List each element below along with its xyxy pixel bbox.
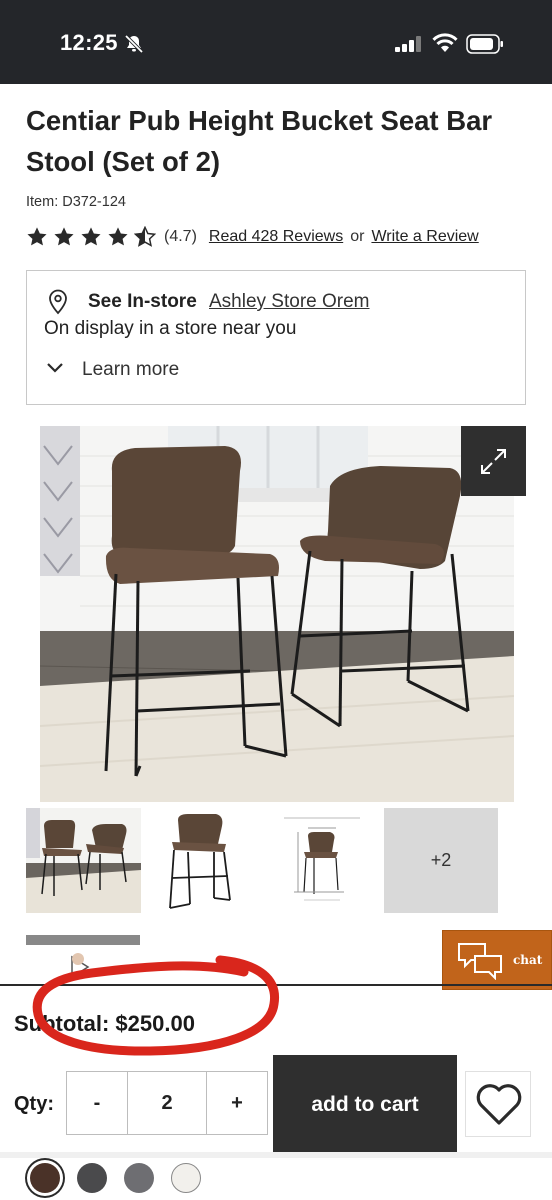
star-icon	[108, 227, 128, 246]
half-star-icon	[134, 226, 156, 247]
thumbnail-1[interactable]	[26, 808, 141, 913]
store-name-link[interactable]: Ashley Store Orem	[209, 291, 370, 313]
wishlist-button[interactable]	[465, 1071, 531, 1137]
chat-bubbles-icon	[458, 943, 502, 980]
thumbnail-2[interactable]	[144, 808, 259, 913]
bell-muted-icon	[124, 34, 144, 54]
signal-icon	[395, 36, 421, 52]
store-availability-box: See In-store Ashley Store Orem On displa…	[26, 270, 526, 405]
star-icon	[81, 227, 101, 246]
color-swatch-brown[interactable]	[30, 1163, 60, 1193]
chat-label: chat	[513, 953, 543, 967]
battery-icon	[466, 34, 503, 54]
chat-button[interactable]: chat	[442, 930, 552, 990]
color-swatch-gray[interactable]	[124, 1163, 154, 1193]
star-icon	[54, 227, 74, 246]
rating-row: (4.7) Read 428 Reviews or Write a Review	[26, 226, 479, 248]
or-text: or	[350, 228, 365, 245]
color-swatch-charcoal[interactable]	[77, 1163, 107, 1193]
star-icon	[27, 227, 47, 246]
location-pin-icon	[49, 289, 67, 315]
wifi-icon	[432, 33, 458, 52]
color-swatch-white[interactable]	[171, 1163, 201, 1193]
read-reviews-link[interactable]: Read 428 Reviews	[209, 228, 343, 246]
qty-value[interactable]: 2	[127, 1072, 207, 1134]
status-time: 12:25	[60, 30, 118, 55]
display-note: On display in a store near you	[44, 318, 297, 339]
product-title: Centiar Pub Height Bucket Seat Bar Stool…	[26, 105, 493, 177]
learn-more-toggle[interactable]: Learn more	[82, 359, 179, 381]
expand-icon	[481, 449, 506, 474]
hand-drawn-circle-annotation	[32, 955, 280, 1056]
swatch-strip-top	[0, 1152, 552, 1158]
status-bar: 12:25	[0, 0, 552, 84]
qty-label: Qty:	[14, 1093, 54, 1115]
more-images-button[interactable]: +2	[384, 808, 498, 913]
thumbnail-3-dimensions[interactable]	[264, 808, 379, 913]
rating-value: (4.7)	[164, 228, 197, 245]
quantity-stepper: - 2 +	[66, 1071, 268, 1135]
product-main-image[interactable]	[40, 426, 514, 802]
expand-image-button[interactable]	[461, 426, 526, 496]
qty-decrease-button[interactable]: -	[67, 1072, 127, 1134]
star-rating	[26, 226, 161, 248]
write-review-link[interactable]: Write a Review	[371, 228, 478, 246]
item-number: Item: D372-124	[26, 194, 126, 210]
heart-icon	[476, 1084, 522, 1125]
see-in-store-label: See In-store	[88, 291, 197, 312]
chevron-down-icon[interactable]	[46, 362, 64, 374]
qty-increase-button[interactable]: +	[207, 1072, 267, 1134]
add-to-cart-button[interactable]: add to cart	[273, 1055, 457, 1153]
